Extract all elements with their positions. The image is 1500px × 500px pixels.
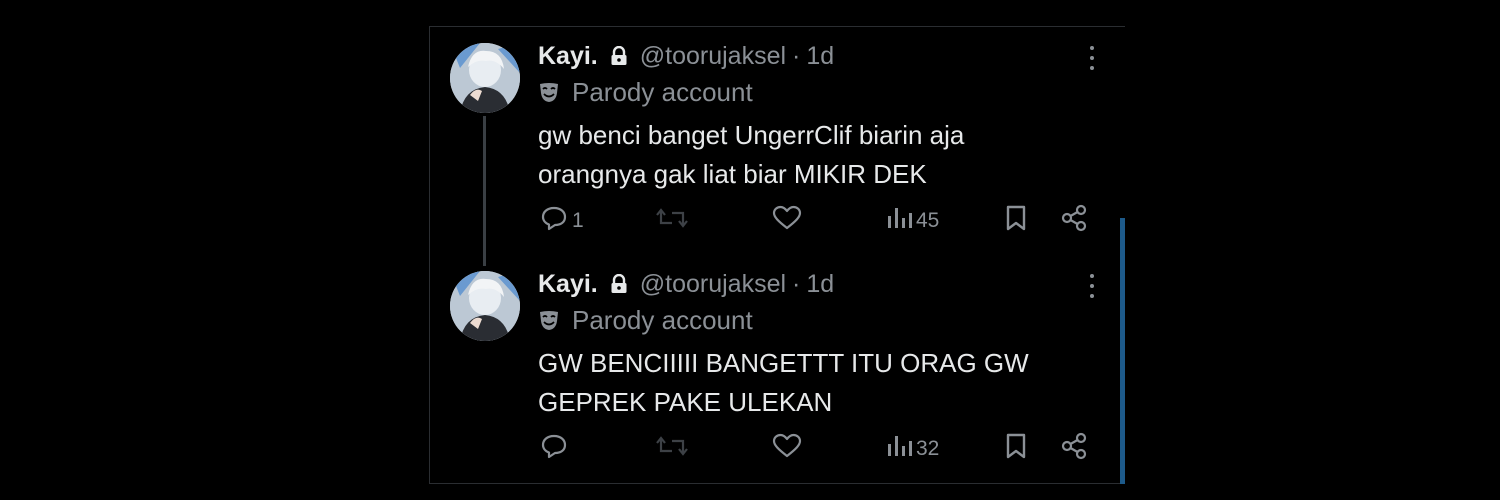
like-button[interactable] — [772, 432, 806, 466]
bookmark-icon — [1004, 204, 1028, 238]
reply-icon — [540, 205, 568, 237]
tweet-text: gw benci banget UngerrClif biarin aja or… — [538, 116, 1078, 194]
parody-label-text: Parody account — [572, 304, 753, 335]
display-name[interactable]: Kayi. — [538, 42, 598, 71]
tweet[interactable]: Kayi. @toorujaksel · 1d Parody account g… — [450, 40, 1120, 240]
tweet-text-line: gw benci banget UngerrClif biarin aja — [538, 120, 965, 150]
bookmark-button[interactable] — [1004, 432, 1028, 466]
repost-icon — [656, 205, 688, 237]
share-icon — [1060, 432, 1088, 466]
views-icon — [886, 206, 912, 236]
tweet-text-line: GW BENCIIIII BANGETTT ITU ORAG GW — [538, 348, 1029, 378]
views-button[interactable]: 32 — [886, 432, 939, 466]
separator: · — [792, 269, 801, 298]
views-count: 32 — [916, 437, 940, 460]
views-button[interactable]: 45 — [886, 204, 939, 238]
parody-mask-icon — [538, 81, 560, 103]
parody-label-text: Parody account — [572, 76, 753, 107]
like-button[interactable] — [772, 204, 806, 238]
reply-icon — [540, 433, 568, 465]
parody-label: Parody account — [538, 304, 753, 336]
heart-icon — [772, 205, 802, 237]
avatar[interactable] — [450, 43, 520, 113]
reply-count: 1 — [572, 209, 584, 232]
share-button[interactable] — [1060, 204, 1088, 238]
tweet[interactable]: Kayi. @toorujaksel · 1d Parody account G… — [450, 268, 1120, 468]
lock-icon — [610, 46, 628, 66]
lock-icon — [610, 274, 628, 294]
tweet-text-line: GEPREK PAKE ULEKAN — [538, 387, 833, 417]
timestamp[interactable]: 1d — [806, 42, 834, 71]
separator: · — [792, 41, 801, 70]
tweet-actions: 1 45 — [538, 204, 1098, 238]
scrollbar[interactable] — [1120, 218, 1125, 484]
share-icon — [1060, 204, 1088, 238]
timestamp[interactable]: 1d — [806, 270, 834, 299]
tweet-header: Kayi. @toorujaksel · 1d — [538, 268, 834, 300]
heart-icon — [772, 433, 802, 465]
share-button[interactable] — [1060, 432, 1088, 466]
repost-button[interactable] — [656, 432, 692, 466]
tweet-text: GW BENCIIIII BANGETTT ITU ORAG GW GEPREK… — [538, 344, 1078, 422]
tweet-actions: 32 — [538, 432, 1098, 466]
tweet-header: Kayi. @toorujaksel · 1d — [538, 40, 834, 72]
tweet-text-line: orangnya gak liat biar MIKIR DEK — [538, 159, 927, 189]
reply-button[interactable] — [540, 432, 572, 466]
username[interactable]: @toorujaksel — [640, 42, 786, 71]
avatar[interactable] — [450, 271, 520, 341]
views-count: 45 — [916, 209, 940, 232]
reply-button[interactable]: 1 — [540, 204, 584, 238]
bookmark-button[interactable] — [1004, 204, 1028, 238]
parody-mask-icon — [538, 309, 560, 331]
username[interactable]: @toorujaksel — [640, 270, 786, 299]
more-options-icon[interactable] — [1082, 274, 1102, 298]
bookmark-icon — [1004, 432, 1028, 466]
repost-button[interactable] — [656, 204, 692, 238]
parody-label: Parody account — [538, 76, 753, 108]
repost-icon — [656, 433, 688, 465]
display-name[interactable]: Kayi. — [538, 270, 598, 299]
views-icon — [886, 434, 912, 464]
more-options-icon[interactable] — [1082, 46, 1102, 70]
